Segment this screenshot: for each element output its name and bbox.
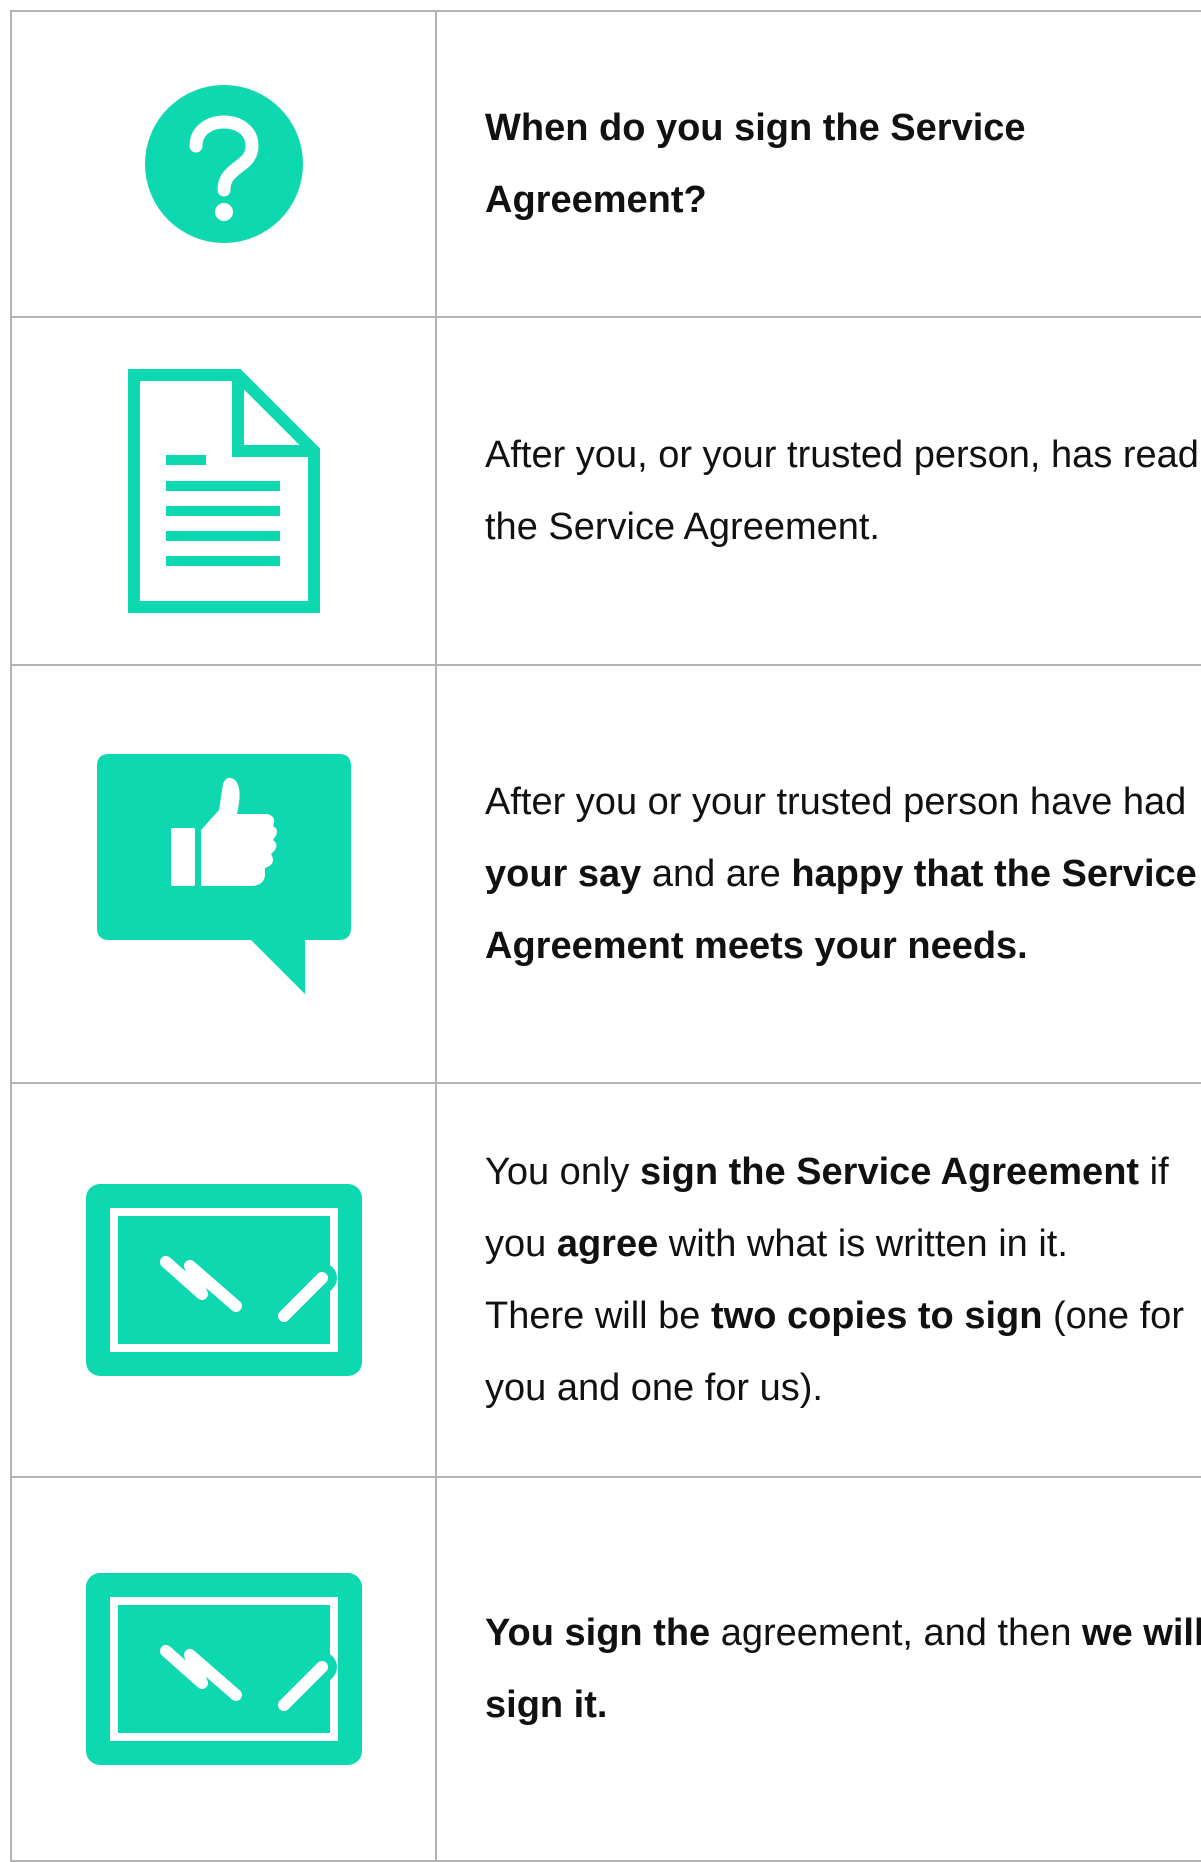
row-text: When do you sign the Service Agreement? [435, 10, 1201, 318]
table-row: You only sign the Service Agreement if y… [10, 1082, 1201, 1478]
text-part-bold: your say [485, 853, 642, 895]
table-row: After you, or your trusted person, has r… [10, 316, 1201, 666]
question-icon [144, 85, 303, 243]
row-text: You only sign the Service Agreement if y… [435, 1082, 1201, 1478]
table-row: When do you sign the Service Agreement? [10, 10, 1201, 318]
text-part: with what is written in it. [658, 1223, 1068, 1265]
icon-cell [10, 316, 437, 666]
easy-read-table: When do you sign the Service Agreement? … [10, 10, 1201, 1862]
text-part-bold: You sign the [485, 1612, 711, 1654]
text-part: After you or your trusted person have ha… [485, 781, 1187, 823]
row-text: After you or your trusted person have ha… [435, 664, 1201, 1084]
text-part: agreement, and then [710, 1612, 1083, 1654]
signature-icon [85, 1573, 362, 1765]
table-row: You sign the agreement, and then we will… [10, 1476, 1201, 1862]
icon-cell [10, 664, 437, 1084]
document-icon [127, 369, 320, 613]
row-text: You sign the agreement, and then we will… [435, 1476, 1201, 1862]
text-paragraph: There will be two copies to sign (one fo… [485, 1280, 1201, 1424]
table-row: After you or your trusted person have ha… [10, 664, 1201, 1084]
icon-cell [10, 1476, 437, 1862]
thumbs-up-speech-bubble-icon [96, 754, 351, 994]
icon-cell [10, 1082, 437, 1478]
signature-icon [85, 1184, 362, 1376]
text-part: There will be [485, 1295, 711, 1337]
text-part: After you, or your trusted person, has r… [485, 434, 1199, 548]
heading-text: When do you sign the Service Agreement? [485, 107, 1026, 221]
text-part-bold: two copies to sign [710, 1295, 1043, 1337]
text-paragraph: You only sign the Service Agreement if y… [485, 1136, 1201, 1280]
text-part: You only [485, 1151, 640, 1193]
row-text: After you, or your trusted person, has r… [435, 316, 1201, 666]
text-part-bold: sign the Service Agreement [639, 1151, 1140, 1193]
text-part: and are [641, 853, 792, 895]
text-part-bold: agree [556, 1223, 659, 1265]
icon-cell [10, 10, 437, 318]
